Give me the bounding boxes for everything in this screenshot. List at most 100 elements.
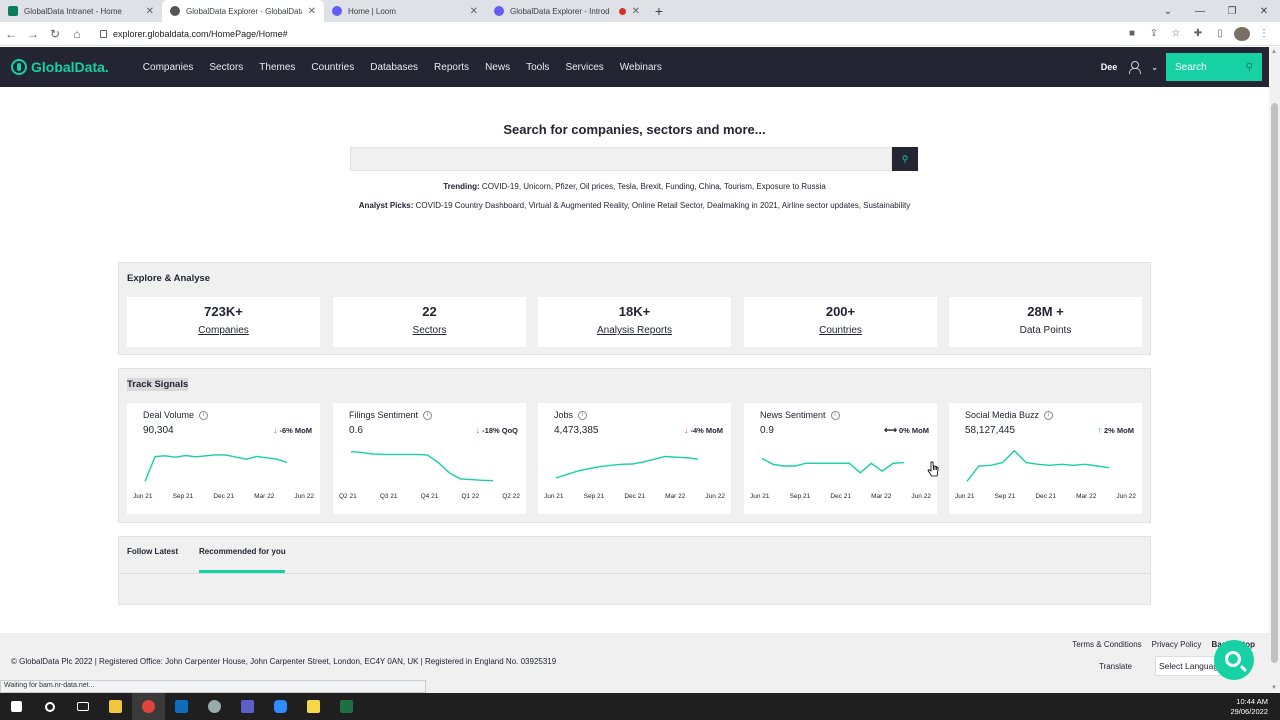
close-window-icon[interactable]: ✕: [1248, 0, 1280, 22]
copyright-text: © GlobalData Plc 2022 | Registered Offic…: [11, 657, 557, 666]
bookmark-star-icon[interactable]: ☆: [1168, 28, 1184, 39]
camera-icon[interactable]: ■: [1124, 28, 1140, 39]
terms-link[interactable]: Terms & Conditions: [1072, 640, 1141, 649]
close-icon[interactable]: ✕: [146, 6, 154, 17]
sparkline-x-axis: Jun 21 Sep 21 Dec 21 Mar 22 Jun 22: [955, 493, 1136, 500]
menu-item-news[interactable]: News: [477, 62, 518, 73]
analyst-picks-links[interactable]: COVID-19 Country Dashboard, Virtual & Au…: [416, 201, 911, 210]
stat-label: Data Points: [1019, 325, 1072, 336]
browser-actions: ■ ⇪ ☆ ✚ ▯ ⋮: [1124, 26, 1280, 41]
close-icon[interactable]: ✕: [470, 6, 478, 17]
info-icon[interactable]: i: [830, 410, 840, 420]
teams-icon[interactable]: [231, 693, 264, 720]
trending-links[interactable]: COVID-19, Unicorn, Pfizer, Oil prices, T…: [482, 182, 826, 191]
menu-item-countries[interactable]: Countries: [303, 62, 362, 73]
browser-tab[interactable]: Home | Loom ✕: [324, 0, 486, 22]
share-icon[interactable]: ⇪: [1146, 28, 1162, 39]
info-icon[interactable]: i: [1044, 410, 1054, 420]
search-icon: [1224, 650, 1241, 667]
signal-card[interactable]: Social Media Buzz i 58,127,445 ↑ 2% MoM Jun 2…: [949, 403, 1142, 514]
sidepanel-icon[interactable]: ▯: [1212, 28, 1228, 39]
explore-panel: Explore & Analyse 723K+ Companies 22 Sec…: [118, 262, 1151, 355]
menu-dots-icon[interactable]: ⋮: [1256, 28, 1272, 39]
menu-item-sectors[interactable]: Sectors: [201, 62, 251, 73]
globaldata-logo[interactable]: GlobalData.: [11, 59, 109, 75]
menu-item-themes[interactable]: Themes: [251, 62, 303, 73]
privacy-link[interactable]: Privacy Policy: [1152, 640, 1202, 649]
info-icon[interactable]: i: [199, 410, 209, 420]
info-icon[interactable]: i: [578, 410, 588, 420]
page-scrollbar[interactable]: ▲ ▼: [1269, 47, 1280, 693]
signal-value: 4,473,385: [554, 425, 599, 436]
user-menu[interactable]: Dee ⌄: [1101, 61, 1158, 74]
menu-item-tools[interactable]: Tools: [518, 62, 557, 73]
x-tick-label: Dec 21: [213, 493, 234, 500]
signal-card[interactable]: Deal Volume i 90,304 ↓ -6% MoM Jun 21 Sep 21 De…: [127, 403, 320, 514]
close-icon[interactable]: ✕: [308, 6, 316, 17]
system-clock[interactable]: 10:44 AM 29/06/2022: [1230, 697, 1280, 717]
signal-value: 0.6: [349, 425, 363, 436]
menu-item-services[interactable]: Services: [557, 62, 611, 73]
info-icon[interactable]: i: [423, 410, 433, 420]
address-bar[interactable]: explorer.globaldata.com/HomePage/Home#: [94, 24, 1109, 44]
active-tab-indicator: [199, 570, 285, 573]
task-view-icon[interactable]: [66, 693, 99, 720]
browser-tab[interactable]: GlobalData Intranet - Home ✕: [0, 0, 162, 22]
reload-icon[interactable]: ↻: [44, 27, 66, 41]
browser-toolbar: ← → ↻ ⌂ explorer.globaldata.com/HomePage…: [0, 22, 1280, 46]
extensions-icon[interactable]: ✚: [1190, 28, 1206, 39]
signal-title: Jobs: [554, 410, 574, 420]
stat-link[interactable]: Companies: [127, 325, 320, 336]
tab-search-icon[interactable]: ⌄: [1152, 0, 1184, 22]
sparkline-series: [761, 457, 905, 474]
sticky-notes-icon[interactable]: [297, 693, 330, 720]
app-icon[interactable]: [198, 693, 231, 720]
stat-link[interactable]: Countries: [744, 325, 937, 336]
back-icon[interactable]: ←: [0, 27, 22, 41]
profile-avatar[interactable]: [1234, 26, 1250, 41]
floating-search-button[interactable]: [1214, 640, 1254, 680]
stat-link[interactable]: Analysis Reports: [538, 325, 731, 336]
home-icon[interactable]: ⌂: [66, 27, 88, 41]
tab-title: GlobalData Explorer - GlobalData: [186, 6, 302, 16]
stat-link[interactable]: Sectors: [333, 325, 526, 336]
menu-item-companies[interactable]: Companies: [135, 62, 202, 73]
x-tick-label: Jun 22: [1116, 493, 1136, 500]
stat-card-data-points: 28M + Data Points: [949, 297, 1142, 347]
excel-icon[interactable]: [330, 693, 363, 720]
signal-title-row: News Sentiment i: [760, 410, 840, 420]
search-icon[interactable]: [33, 693, 66, 720]
new-tab-button[interactable]: +: [648, 0, 670, 22]
browser-tab[interactable]: GlobalData Explorer - Introd ✕: [486, 0, 648, 22]
search-submit-button[interactable]: ⚲: [892, 147, 918, 171]
signal-change: ⟷ 0% MoM: [884, 425, 929, 436]
file-explorer-icon[interactable]: [99, 693, 132, 720]
scrollbar-thumb[interactable]: [1271, 103, 1278, 663]
restore-icon[interactable]: ❐: [1216, 0, 1248, 22]
tab-recommended[interactable]: Recommended for you: [199, 547, 286, 556]
browser-tab-active[interactable]: GlobalData Explorer - GlobalData ✕: [162, 0, 324, 22]
close-icon[interactable]: ✕: [632, 6, 640, 17]
chrome-icon[interactable]: [132, 693, 165, 720]
x-tick-label: Q1 22: [461, 493, 480, 500]
signal-card[interactable]: Filings Sentiment i 0.6 ↓ -18% QoQ Q2 21 Q3 21…: [333, 403, 526, 514]
forward-icon[interactable]: →: [22, 27, 44, 41]
outlook-icon[interactable]: [165, 693, 198, 720]
nav-search-button[interactable]: Search ⚲: [1166, 53, 1262, 81]
search-input[interactable]: [350, 147, 892, 171]
scroll-up-icon[interactable]: ▲: [1271, 49, 1277, 55]
tab-follow-latest[interactable]: Follow Latest: [127, 547, 178, 556]
menu-item-webinars[interactable]: Webinars: [612, 62, 670, 73]
start-icon[interactable]: [0, 693, 33, 720]
page-title: Search for companies, sectors and more..…: [503, 122, 766, 137]
menu-item-reports[interactable]: Reports: [426, 62, 477, 73]
minimize-icon[interactable]: —: [1184, 0, 1216, 22]
signal-card[interactable]: News Sentiment i 0.9 ⟷ 0% MoM Jun 21 Sep 21 Dec…: [744, 403, 937, 514]
stat-card-reports: 18K+ Analysis Reports: [538, 297, 731, 347]
zoom-icon[interactable]: [264, 693, 297, 720]
signal-card[interactable]: Jobs i 4,473,385 ↓ -4% MoM Jun 21 Sep 21 Dec 21…: [538, 403, 731, 514]
translate-label: Translate: [1098, 662, 1132, 671]
stat-value: 723K+: [204, 304, 243, 319]
menu-item-databases[interactable]: Databases: [362, 62, 426, 73]
scroll-down-icon[interactable]: ▼: [1271, 685, 1277, 691]
